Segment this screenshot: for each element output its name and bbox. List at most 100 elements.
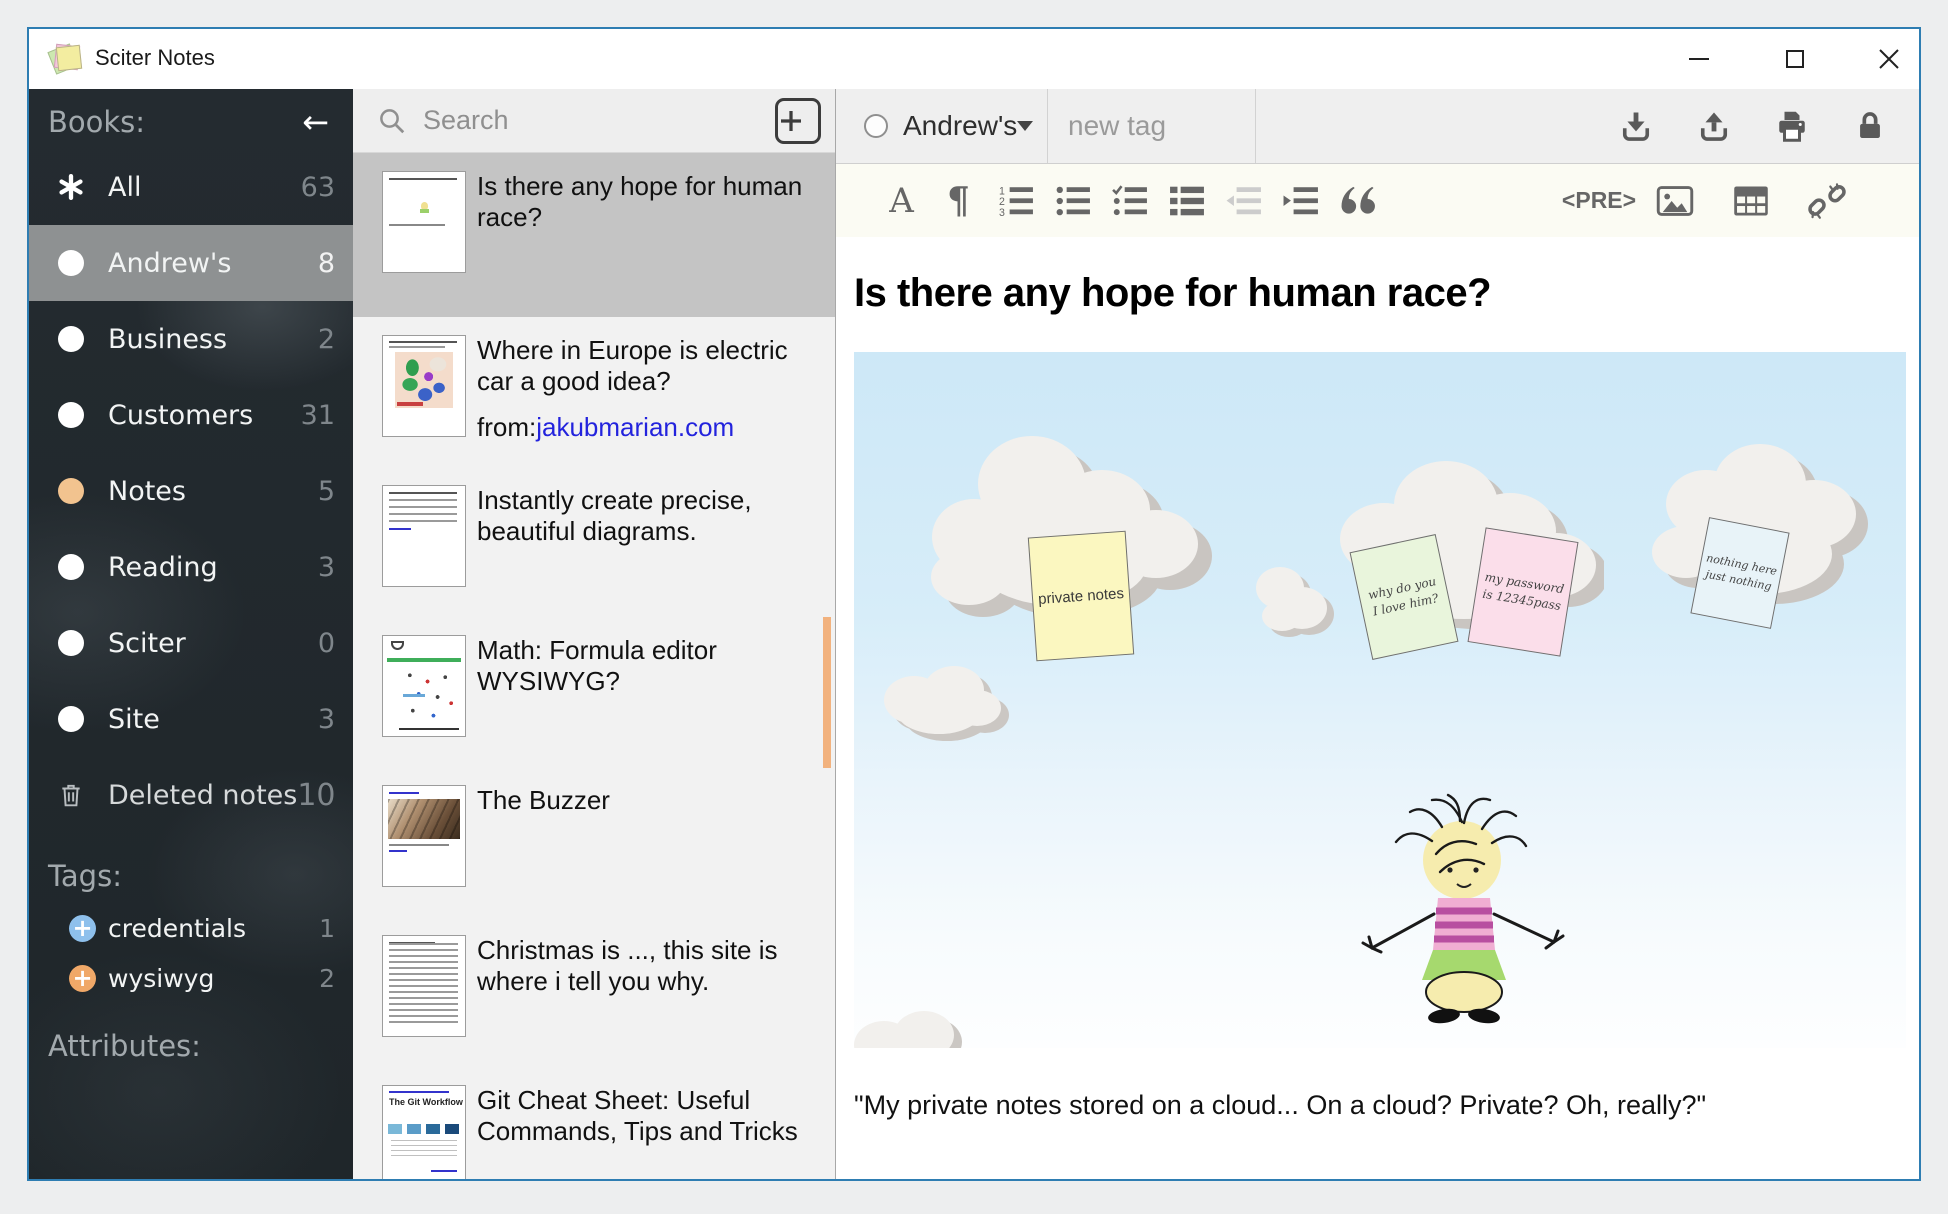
sidebar-item-business[interactable]: Business 2	[29, 301, 353, 377]
blockquote-button[interactable]	[1329, 177, 1386, 225]
note-thumbnail	[382, 335, 466, 437]
book-selector[interactable]: Andrew's	[836, 89, 1047, 163]
asterisk-icon	[56, 172, 86, 202]
sticky-note-private: private notes	[1027, 530, 1135, 662]
maximize-icon	[1786, 50, 1804, 68]
image-icon	[1656, 185, 1694, 216]
insert-table-button[interactable]	[1713, 177, 1789, 225]
thumbnail-text: The Git Workflow	[389, 1097, 463, 1107]
book-label: Business	[108, 323, 228, 355]
ordered-list-button[interactable]: 1 2 3	[987, 177, 1044, 225]
upload-icon	[1700, 112, 1728, 141]
note-list-item[interactable]: The Git Workflow Git Cheat Sheet: Useful…	[353, 1067, 835, 1179]
note-list-item[interactable]: Where in Europe is electric car a good i…	[353, 317, 835, 467]
sidebar-item-site[interactable]: Site 3	[29, 681, 353, 757]
book-count: 3	[317, 551, 335, 583]
book-dot-icon	[56, 400, 86, 430]
books-header: Books: ←	[29, 89, 353, 149]
sidebar-item-notes[interactable]: Notes 5	[29, 453, 353, 529]
sidebar-item-deleted-notes[interactable]: Deleted notes 10	[29, 757, 353, 833]
tag-plus-icon: +	[69, 914, 96, 942]
note-title: The Buzzer	[477, 785, 610, 815]
indent-button[interactable]	[1272, 177, 1329, 225]
note-title: Where in Europe is electric car a good i…	[477, 335, 788, 396]
editor-topbar: Andrew's	[836, 89, 1919, 164]
book-label: Notes	[108, 475, 186, 507]
note-list-item[interactable]: Instantly create precise, beautiful diag…	[353, 467, 835, 617]
book-count: 31	[300, 399, 335, 431]
note-list-item[interactable]: Christmas is ..., this site is where i t…	[353, 917, 835, 1067]
outdent-icon	[1226, 186, 1261, 214]
sticky-note-password: my password is 12345pass	[1467, 527, 1579, 657]
sidebar-item-reading[interactable]: Reading 3	[29, 529, 353, 605]
unlink-button[interactable]	[1789, 177, 1865, 225]
note-title: Christmas is ..., this site is where i t…	[477, 935, 778, 996]
book-dot-icon	[864, 114, 888, 138]
outdent-button[interactable]	[1215, 177, 1272, 225]
sidebar-item-andrews[interactable]: Andrew's 8	[29, 225, 353, 301]
add-note-button[interactable]	[775, 97, 821, 144]
paragraph-icon: ¶	[947, 179, 970, 222]
book-label: Reading	[108, 551, 218, 583]
insert-image-button[interactable]	[1637, 177, 1713, 225]
lock-button[interactable]	[1851, 107, 1889, 145]
note-list-item[interactable]: The Buzzer	[353, 767, 835, 917]
note-source-link[interactable]: jakubmarian.com	[536, 412, 734, 442]
tag-count: 2	[319, 963, 335, 993]
sticky-note-text: nothing here just nothing	[1704, 551, 1779, 594]
font-button[interactable]: A	[873, 177, 930, 225]
book-dot-icon	[56, 704, 86, 734]
tag-label: credentials	[108, 913, 246, 943]
book-label: Site	[108, 703, 160, 735]
note-thumbnail	[382, 171, 466, 273]
print-button[interactable]	[1773, 107, 1811, 145]
book-count: 5	[317, 475, 335, 507]
list-scrollbar-thumb[interactable]	[823, 617, 831, 768]
check-list-button[interactable]	[1101, 177, 1158, 225]
new-tag-input[interactable]	[1048, 89, 1255, 163]
ordered-list-icon: 1 2 3	[999, 185, 1033, 218]
export-button[interactable]	[1695, 107, 1733, 145]
plus-icon	[781, 110, 801, 131]
book-dot-icon	[56, 248, 86, 278]
printer-icon	[1779, 111, 1805, 142]
book-label: Deleted notes	[108, 779, 298, 811]
books-header-label: Books:	[48, 105, 146, 139]
book-count: 3	[317, 703, 335, 735]
search-input[interactable]	[421, 104, 775, 137]
import-button[interactable]	[1617, 107, 1655, 145]
minimize-icon	[1689, 58, 1709, 60]
minimize-button[interactable]	[1677, 41, 1721, 77]
note-title: Math: Formula editor WYSIWYG?	[477, 635, 717, 696]
note-list-item[interactable]: Math: Formula editor WYSIWYG?	[353, 617, 835, 767]
note-source: from:jakubmarian.com	[477, 412, 735, 443]
collapse-sidebar-icon[interactable]: ←	[302, 106, 329, 138]
tag-item-credentials[interactable]: + credentials 1	[29, 903, 353, 953]
sidebar-item-all[interactable]: All 63	[29, 149, 353, 225]
broken-link-icon	[1808, 182, 1846, 219]
book-count: 2	[317, 323, 335, 355]
book-count: 10	[297, 777, 336, 813]
close-button[interactable]	[1867, 41, 1911, 77]
note-title: Is there any hope for human race?	[477, 171, 803, 232]
note-quote: "My private notes stored on a cloud... O…	[854, 1090, 1707, 1120]
app-window: Sciter Notes Books: ← All 63 Andrew's 8 …	[27, 27, 1921, 1181]
pre-icon: <PRE>	[1561, 187, 1637, 213]
sticky-note-text: private notes	[1037, 584, 1125, 608]
note-title: Git Cheat Sheet: Useful Commands, Tips a…	[477, 1085, 798, 1146]
search-bar	[353, 89, 835, 153]
pre-button[interactable]: <PRE>	[1561, 177, 1637, 225]
paragraph-button[interactable]: ¶	[930, 177, 987, 225]
maximize-button[interactable]	[1773, 41, 1817, 77]
tag-label: wysiwyg	[108, 963, 215, 993]
bullet-list-button[interactable]	[1044, 177, 1101, 225]
tag-item-wysiwyg[interactable]: + wysiwyg 2	[29, 953, 353, 1003]
sidebar-item-sciter[interactable]: Sciter 0	[29, 605, 353, 681]
sidebar-item-customers[interactable]: Customers 31	[29, 377, 353, 453]
note-title: Instantly create precise, beautiful diag…	[477, 485, 752, 546]
note-list-item[interactable]: Is there any hope for human race?	[353, 153, 835, 317]
block-list-button[interactable]	[1158, 177, 1215, 225]
cloud-image	[854, 1011, 962, 1048]
svg-text:3: 3	[999, 206, 1005, 217]
note-content[interactable]: Is there any hope for human race? privat…	[836, 237, 1919, 1179]
